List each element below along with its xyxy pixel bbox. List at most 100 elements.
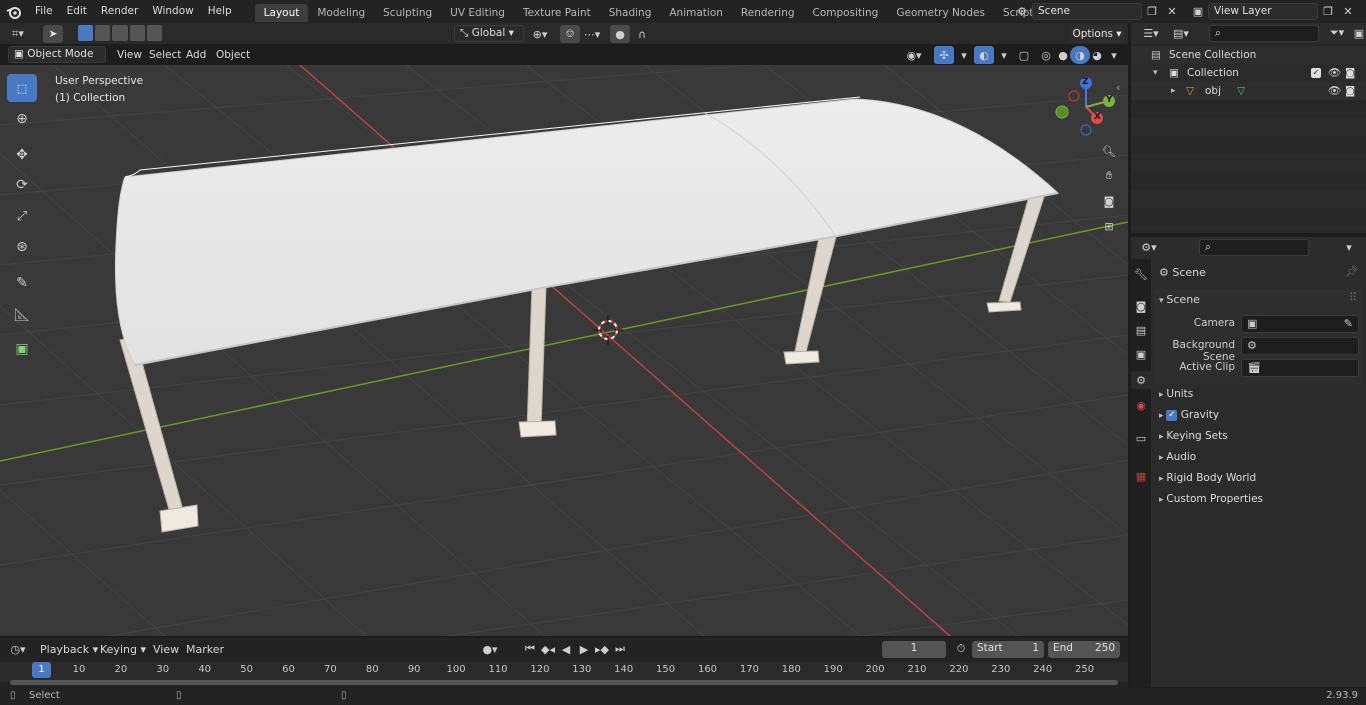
mode-dropdown[interactable]: ▣ Object Mode ▾: [8, 46, 106, 75]
gizmo-toggle-icon[interactable]: ✣: [934, 46, 954, 64]
collection-tab-icon[interactable]: ▭: [1131, 429, 1151, 447]
scene-tab-icon[interactable]: ⚙: [1131, 371, 1151, 389]
include-checkbox[interactable]: ✓: [1311, 68, 1321, 78]
scene-panel-header[interactable]: ▾ Scene: [1159, 291, 1200, 309]
units-panel[interactable]: ▸ Units: [1159, 385, 1193, 403]
custom-properties-panel[interactable]: ▸ Custom Properties: [1159, 490, 1263, 508]
select-invert-icon[interactable]: [129, 25, 145, 41]
output-tab-icon[interactable]: ▤: [1131, 321, 1151, 339]
close-icon[interactable]: ✕: [1162, 2, 1182, 20]
menu-keying[interactable]: Keying ▾: [100, 643, 146, 656]
menu-playback[interactable]: Playback ▾: [40, 643, 98, 656]
navigation-gizmo[interactable]: Z Y X: [1052, 75, 1122, 139]
options-dropdown[interactable]: Options ▾: [1070, 25, 1124, 43]
select-subtract-icon[interactable]: [112, 25, 128, 41]
menu-add[interactable]: Add: [181, 47, 211, 63]
close-icon[interactable]: ✕: [1338, 2, 1358, 20]
tool-tab-icon[interactable]: 🔧︎: [1131, 265, 1151, 283]
select-intersect-icon[interactable]: [146, 25, 163, 41]
outliner-search-input[interactable]: ⌕: [1209, 25, 1319, 42]
render-tab-icon[interactable]: ◙: [1131, 297, 1151, 315]
pivot-icon[interactable]: ⊕▾: [530, 25, 550, 43]
tree-row-collection[interactable]: ▾ ▣ Collection ✓ 👁︎ ◙: [1131, 64, 1366, 82]
play-reverse-icon[interactable]: ◀: [556, 640, 576, 658]
menu-view[interactable]: View: [112, 47, 147, 63]
eye-icon[interactable]: 👁︎: [1328, 64, 1341, 82]
annotate-tool[interactable]: ✎: [7, 269, 37, 297]
ortho-grid-icon[interactable]: ⊞: [1099, 217, 1119, 235]
rigid-body-world-panel[interactable]: ▸ Rigid Body World: [1159, 469, 1256, 487]
proportional-edit-icon[interactable]: ●: [610, 25, 630, 43]
start-frame-field[interactable]: Start 1: [972, 641, 1044, 658]
select-new-icon[interactable]: [78, 25, 94, 41]
pin-icon[interactable]: 📌︎: [1345, 265, 1359, 278]
filter-icon[interactable]: ⏷▾: [1327, 24, 1347, 42]
snap-target-icon[interactable]: ⋯▾: [582, 25, 602, 43]
transform-tool[interactable]: ⊛: [7, 233, 37, 261]
tab-geometry-nodes[interactable]: Geometry Nodes: [887, 4, 994, 22]
tab-uv-editing[interactable]: UV Editing: [441, 4, 514, 22]
gizmo-dropdown-icon[interactable]: ▾: [954, 46, 974, 64]
drag-handle-icon[interactable]: ⠿: [1349, 291, 1357, 304]
world-tab-icon[interactable]: ◉: [1131, 396, 1151, 414]
menu-timeline-view[interactable]: View: [153, 643, 179, 656]
stopwatch-icon[interactable]: ⏱: [951, 640, 971, 658]
prev-keyframe-icon[interactable]: ◆◂: [538, 640, 558, 658]
tab-sculpting[interactable]: Sculpting: [374, 4, 441, 22]
falloff-icon[interactable]: ∩: [632, 25, 652, 43]
visibility-icon[interactable]: ◉▾: [904, 46, 924, 64]
tab-rendering[interactable]: Rendering: [732, 4, 804, 22]
3d-viewport[interactable]: User Perspective (1) Collection Z Y X ‹ …: [0, 65, 1128, 636]
active-clip-field[interactable]: 🎬︎: [1241, 359, 1359, 377]
tab-texture-paint[interactable]: Texture Paint: [514, 4, 600, 22]
tree-row-scene-collection[interactable]: ▤ Scene Collection: [1131, 46, 1366, 64]
tab-layout[interactable]: Layout: [254, 3, 309, 22]
shading-dropdown-icon[interactable]: ▾: [1104, 46, 1124, 64]
playhead[interactable]: 1: [32, 662, 51, 678]
camera-icon[interactable]: ◙: [1345, 82, 1355, 100]
expand-arrow-icon[interactable]: ▾: [1153, 64, 1158, 82]
snap-icon[interactable]: ⎊: [560, 25, 580, 43]
camera-view-icon[interactable]: ◙: [1099, 192, 1119, 210]
current-frame-field[interactable]: 1: [882, 641, 946, 658]
properties-editor-icon[interactable]: ⚙▾: [1139, 238, 1159, 256]
blender-logo-icon[interactable]: [0, 0, 28, 23]
menu-window[interactable]: Window: [145, 0, 200, 23]
editor-type-icon[interactable]: ⌗▾: [8, 25, 28, 43]
copy-icon[interactable]: ❐: [1318, 2, 1338, 20]
keying-sets-panel[interactable]: ▸ Keying Sets: [1159, 427, 1228, 445]
play-icon[interactable]: ▶: [574, 640, 594, 658]
collapse-sidebar-icon[interactable]: ‹: [1116, 81, 1120, 94]
jump-end-icon[interactable]: ⏭: [610, 640, 630, 658]
display-mode-icon[interactable]: ▤▾: [1171, 24, 1191, 42]
selection-mode-group[interactable]: [78, 25, 163, 43]
view-layer-selector[interactable]: ▣ View Layer ❐ ✕: [1188, 2, 1366, 20]
select-tool-button[interactable]: ➤: [43, 25, 63, 43]
select-box-tool[interactable]: ⬚: [7, 74, 37, 102]
tree-row-obj[interactable]: ▸ ▽ obj ▽ 👁︎ ◙: [1131, 82, 1366, 100]
tab-compositing[interactable]: Compositing: [804, 4, 888, 22]
transform-orientation-dropdown[interactable]: ⤡ Global ▾: [454, 25, 524, 42]
menu-marker[interactable]: Marker: [186, 643, 224, 656]
properties-options-icon[interactable]: ▾: [1339, 238, 1359, 256]
select-extend-icon[interactable]: [95, 25, 111, 41]
menu-edit[interactable]: Edit: [60, 0, 94, 23]
new-collection-icon[interactable]: ▣: [1349, 24, 1366, 42]
properties-search-input[interactable]: ⌕: [1199, 239, 1309, 256]
scene-selector[interactable]: ⚙ Scene ❐ ✕: [1012, 2, 1182, 20]
gravity-panel[interactable]: ▸ ✓ Gravity: [1159, 406, 1219, 424]
gravity-checkbox[interactable]: ✓: [1166, 409, 1178, 421]
view-layer-tab-icon[interactable]: ▣: [1131, 345, 1151, 363]
timeline-scrollbar[interactable]: [10, 680, 1118, 685]
jump-start-icon[interactable]: ⏮: [520, 640, 540, 658]
eye-icon[interactable]: 👁︎: [1328, 82, 1341, 100]
rotate-tool[interactable]: ⟳: [7, 171, 37, 199]
background-scene-field[interactable]: ⚙: [1241, 337, 1359, 355]
view-layer-field[interactable]: View Layer: [1208, 2, 1318, 20]
add-cube-tool[interactable]: ▣: [7, 335, 37, 363]
outliner-editor-icon[interactable]: ☰▾: [1141, 24, 1161, 42]
menu-object[interactable]: Object: [211, 47, 255, 63]
menu-render[interactable]: Render: [94, 0, 145, 23]
move-tool[interactable]: ✥: [7, 141, 37, 169]
audio-panel[interactable]: ▸ Audio: [1159, 448, 1196, 466]
